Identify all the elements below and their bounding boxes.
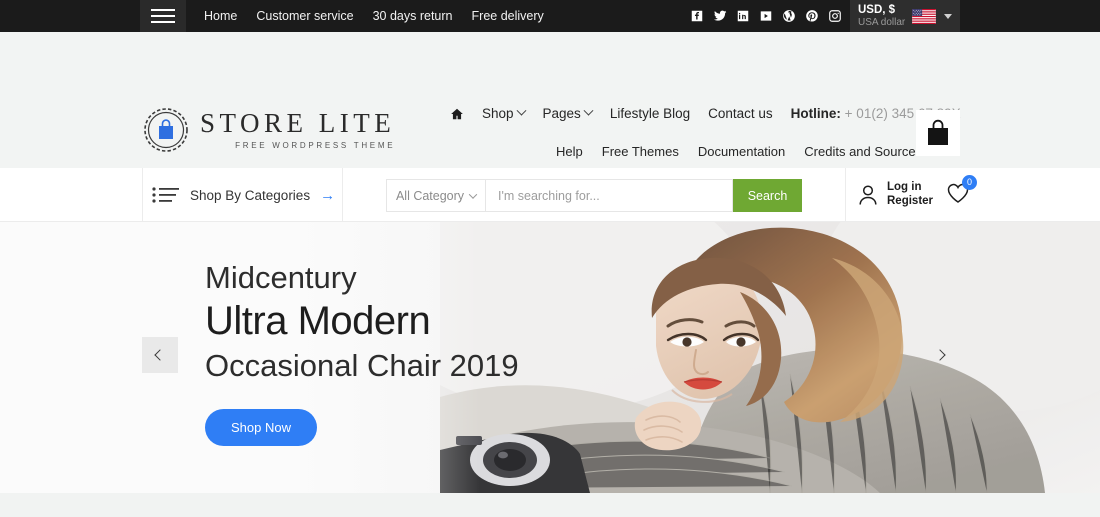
search-bar-row: Shop By Categories → All Category Search… <box>0 168 1100 222</box>
nav-pages-label: Pages <box>542 106 581 121</box>
home-icon[interactable] <box>450 107 464 121</box>
currency-name: USA dollar <box>858 16 906 28</box>
hamburger-icon[interactable] <box>140 0 186 32</box>
login-label: Log in <box>887 181 922 194</box>
logo-text: STORE LITE FREE WORDPRESS THEME <box>200 108 396 151</box>
hamburger-bar <box>151 21 175 23</box>
shopping-bag-icon <box>928 119 948 145</box>
currency-selector[interactable]: USD, $ USA dollar <box>850 0 960 32</box>
wishlist-button[interactable]: 0 <box>946 174 978 209</box>
subnav-credits-and-sources[interactable]: Credits and Sources <box>804 144 922 159</box>
divider <box>342 168 343 222</box>
top-nav-30-days-return[interactable]: 30 days return <box>373 9 453 23</box>
hamburger-bar <box>151 15 175 17</box>
currency-code: USD, $ <box>858 3 896 16</box>
logo-subtitle: FREE WORDPRESS THEME <box>235 141 396 150</box>
hotline-label: Hotline: <box>790 106 841 121</box>
search-button[interactable]: Search <box>733 179 802 212</box>
nav-shop[interactable]: Shop <box>482 105 526 121</box>
chevron-left-icon <box>154 349 166 361</box>
hero-line-3: Occasional Chair 2019 <box>205 347 519 383</box>
search-input[interactable] <box>486 179 733 212</box>
hero-slider: Midcentury Ultra Modern Occasional Chair… <box>0 222 1100 493</box>
subnav-free-themes[interactable]: Free Themes <box>602 144 679 159</box>
site-header: STORE LITE FREE WORDPRESS THEME Shop Pag… <box>0 32 1100 168</box>
hero-image <box>440 222 1100 493</box>
sub-nav: Help Free Themes Documentation Credits a… <box>556 144 922 159</box>
hamburger-bar <box>151 9 175 11</box>
register-label: Register <box>887 195 934 207</box>
account-area: Log in Register 0 <box>858 168 978 222</box>
site-logo[interactable]: STORE LITE FREE WORDPRESS THEME <box>142 106 395 154</box>
chevron-down-icon <box>516 105 526 116</box>
social-links <box>690 0 842 32</box>
top-nav: Home Customer service 30 days return Fre… <box>204 9 544 23</box>
page-bottom-strip <box>0 493 1100 517</box>
shop-now-button[interactable]: Shop Now <box>205 408 317 446</box>
hero-line-1: Midcentury <box>205 260 357 295</box>
cart-button[interactable] <box>916 110 960 156</box>
pinterest-icon[interactable] <box>805 9 819 23</box>
instagram-icon[interactable] <box>828 9 842 23</box>
slider-prev-button[interactable] <box>142 337 178 373</box>
linkedin-icon[interactable] <box>736 9 750 23</box>
shop-by-categories-button[interactable]: Shop By Categories → <box>152 168 335 222</box>
chevron-down-icon <box>583 105 594 116</box>
currency-text: USD, $ USA dollar <box>858 4 905 29</box>
divider <box>845 168 846 222</box>
arrow-right-icon: → <box>320 186 336 204</box>
top-nav-customer-service[interactable]: Customer service <box>256 9 353 23</box>
top-bar: Home Customer service 30 days return Fre… <box>0 0 1100 32</box>
wordpress-icon[interactable] <box>782 9 796 23</box>
main-nav: Shop Pages Lifestyle Blog Contact us Hot… <box>450 105 961 121</box>
top-nav-home[interactable]: Home <box>204 9 237 23</box>
hero-content: Midcentury Ultra Modern Occasional Chair… <box>205 258 519 446</box>
subnav-documentation[interactable]: Documentation <box>698 144 785 159</box>
logo-title: STORE LITE <box>200 108 396 138</box>
category-select[interactable]: All Category <box>386 179 486 212</box>
list-icon <box>152 187 179 203</box>
chevron-down-icon <box>468 189 478 199</box>
facebook-icon[interactable] <box>690 9 704 23</box>
twitter-icon[interactable] <box>713 9 727 23</box>
youtube-icon[interactable] <box>759 9 773 23</box>
nav-shop-label: Shop <box>482 106 514 121</box>
login-register-link[interactable]: Log in Register <box>887 181 933 208</box>
chevron-right-icon <box>934 349 946 361</box>
category-select-value: All Category <box>395 188 465 203</box>
usa-flag-icon <box>912 8 937 24</box>
nav-lifestyle-blog[interactable]: Lifestyle Blog <box>610 106 690 121</box>
nav-contact-us[interactable]: Contact us <box>708 106 773 121</box>
user-icon[interactable] <box>858 184 878 206</box>
shopping-bag-logo-icon <box>142 106 190 154</box>
top-nav-free-delivery[interactable]: Free delivery <box>472 9 544 23</box>
chevron-down-icon <box>944 13 952 19</box>
wishlist-count-badge: 0 <box>962 174 978 190</box>
hero-line-2: Ultra Modern <box>205 298 431 343</box>
search-box: All Category Search <box>386 179 802 212</box>
nav-pages[interactable]: Pages <box>542 105 594 121</box>
divider <box>142 168 143 222</box>
shop-by-categories-label: Shop By Categories <box>190 187 311 203</box>
subnav-help[interactable]: Help <box>556 144 583 159</box>
slider-next-button[interactable] <box>930 337 950 373</box>
